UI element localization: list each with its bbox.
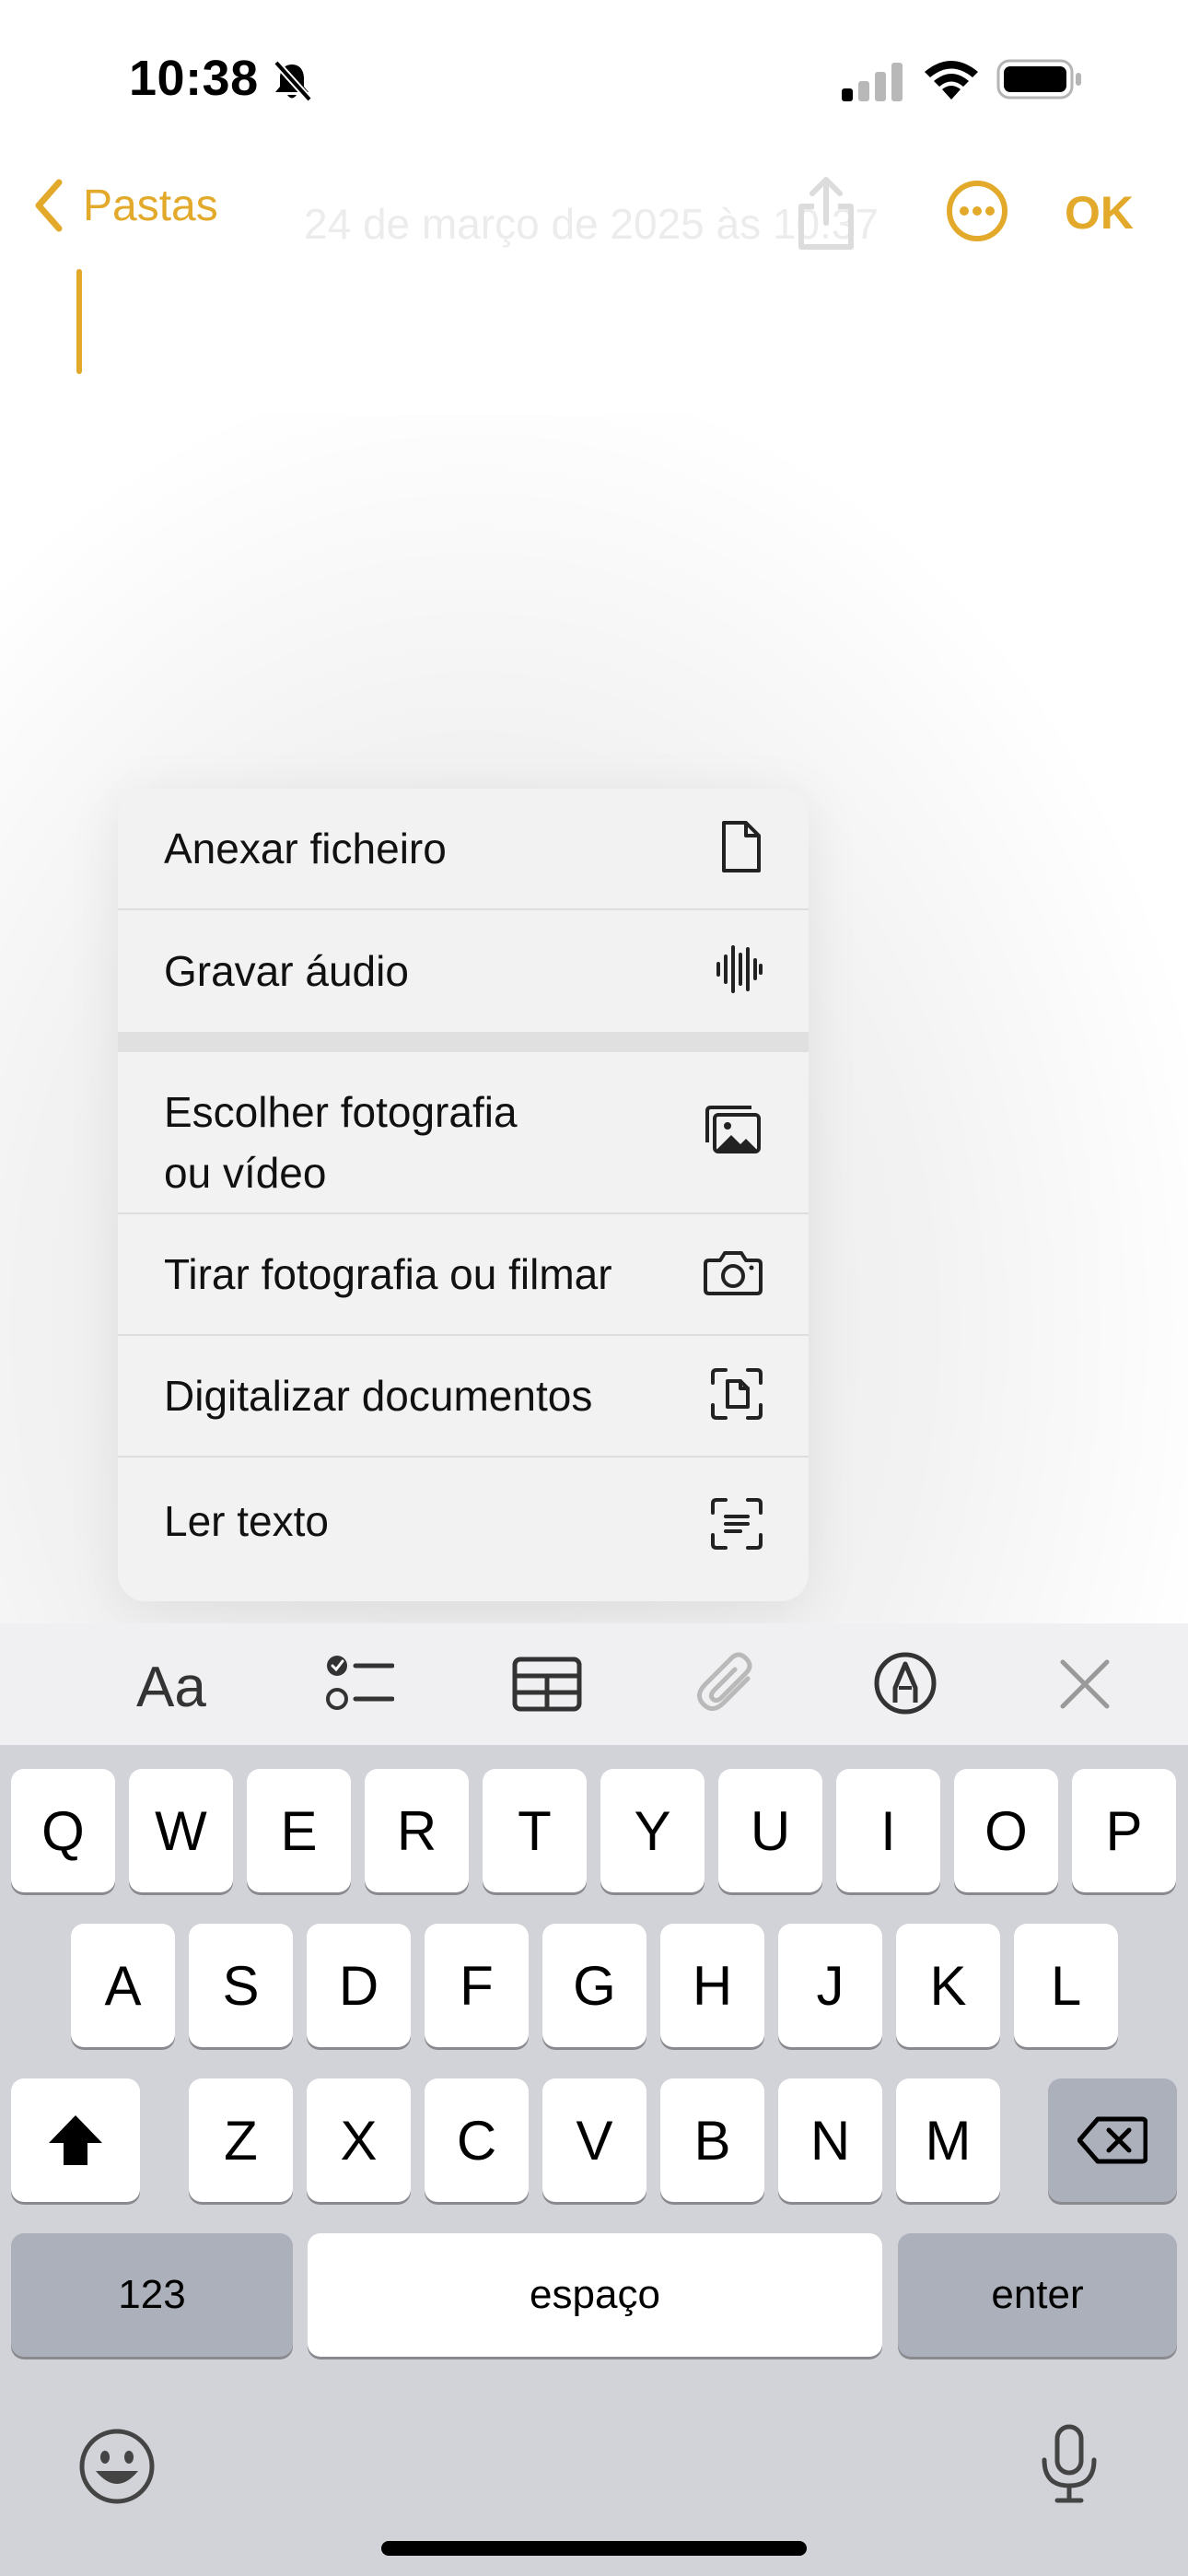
camera-icon [704,1249,763,1300]
more-options-icon[interactable] [945,179,1009,248]
menu-item-label: Escolher fotografia ou vídeo [164,1088,518,1197]
menu-item-scan-documents[interactable]: Digitalizar documentos [118,1336,809,1458]
document-icon [718,819,763,879]
key-o[interactable]: O [954,1769,1058,1892]
paperclip-icon[interactable] [696,1651,761,1722]
text-scan-icon [711,1498,763,1554]
shift-icon [49,2115,102,2165]
share-icon[interactable] [794,175,858,257]
menu-item-label: Anexar ficheiro [164,825,447,872]
key-d[interactable]: D [307,1924,411,2047]
format-toolbar: Aa [0,1623,1188,1745]
key-l[interactable]: L [1014,1924,1118,2047]
photo-library-icon [704,1105,763,1160]
bell-slash-icon [269,59,315,108]
navigation-bar: Pastas 24 de março de 2025 às 10:37 OK [0,166,1188,258]
menu-item-label: Tirar fotografia ou filmar [164,1250,612,1298]
menu-item-attach-file[interactable]: Anexar ficheiro [118,789,809,910]
note-date: 24 de março de 2025 às 10:37 [304,200,879,248]
status-bar: 10:38 [0,0,1188,157]
key-y[interactable]: Y [600,1769,705,1892]
key-g[interactable]: G [542,1924,646,2047]
key-e[interactable]: E [247,1769,351,1892]
key-q[interactable]: Q [11,1769,115,1892]
enter-key[interactable]: enter [898,2233,1177,2357]
delete-key[interactable] [1048,2078,1177,2202]
menu-item-choose-photo[interactable]: Escolher fotografia ou vídeo [118,1052,809,1214]
space-key[interactable]: espaço [308,2233,882,2357]
keyboard: Q W E R T Y U I O P A S D F G H J K L Z … [0,1745,1188,2576]
key-c[interactable]: C [425,2078,529,2202]
home-indicator [381,2541,807,2556]
key-u[interactable]: U [718,1769,822,1892]
menu-item-label: Digitalizar documentos [164,1372,593,1420]
menu-item-label: Ler texto [164,1497,329,1545]
microphone-icon[interactable] [1037,2423,1101,2511]
key-x[interactable]: X [307,2078,411,2202]
close-icon[interactable] [1059,1658,1111,1715]
key-s[interactable]: S [189,1924,293,2047]
menu-item-take-photo[interactable]: Tirar fotografia ou filmar [118,1214,809,1336]
text-cursor [76,269,82,374]
key-r[interactable]: R [365,1769,469,1892]
cellular-signal-icon [840,61,904,106]
key-f[interactable]: F [425,1924,529,2047]
backspace-icon [1077,2116,1147,2164]
key-b[interactable]: B [660,2078,764,2202]
menu-item-label: Gravar áudio [164,947,409,995]
table-icon[interactable] [512,1657,582,1716]
key-w[interactable]: W [129,1769,233,1892]
key-t[interactable]: T [483,1769,587,1892]
status-time: 10:38 [129,51,259,106]
key-n[interactable]: N [778,2078,882,2202]
key-a[interactable]: A [71,1924,175,2047]
emoji-icon[interactable] [77,2427,157,2511]
battery-icon [996,57,1083,106]
attachment-menu: Anexar ficheiro Gravar áudio Escolher fo… [118,789,809,1601]
shift-key[interactable] [11,2078,140,2202]
key-p[interactable]: P [1072,1769,1176,1892]
key-h[interactable]: H [660,1924,764,2047]
key-m[interactable]: M [896,2078,1000,2202]
menu-item-read-text[interactable]: Ler texto [118,1458,809,1601]
waveform-icon [715,943,763,1000]
key-i[interactable]: I [836,1769,940,1892]
back-button[interactable]: Pastas [33,179,218,232]
back-button-label: Pastas [83,181,218,230]
menu-divider [118,1032,809,1052]
key-j[interactable]: J [778,1924,882,2047]
chevron-left-icon [35,179,63,232]
key-v[interactable]: V [542,2078,646,2202]
wifi-icon [921,57,982,106]
key-k[interactable]: K [896,1924,1000,2047]
menu-item-record-audio[interactable]: Gravar áudio [118,910,809,1032]
key-z[interactable]: Z [189,2078,293,2202]
markup-pen-icon[interactable] [873,1651,938,1720]
done-button[interactable]: OK [1065,186,1134,240]
numbers-key[interactable]: 123 [11,2233,293,2357]
checklist-icon[interactable] [324,1651,395,1720]
text-format-button[interactable]: Aa [136,1655,206,1720]
scan-document-icon [711,1367,763,1424]
